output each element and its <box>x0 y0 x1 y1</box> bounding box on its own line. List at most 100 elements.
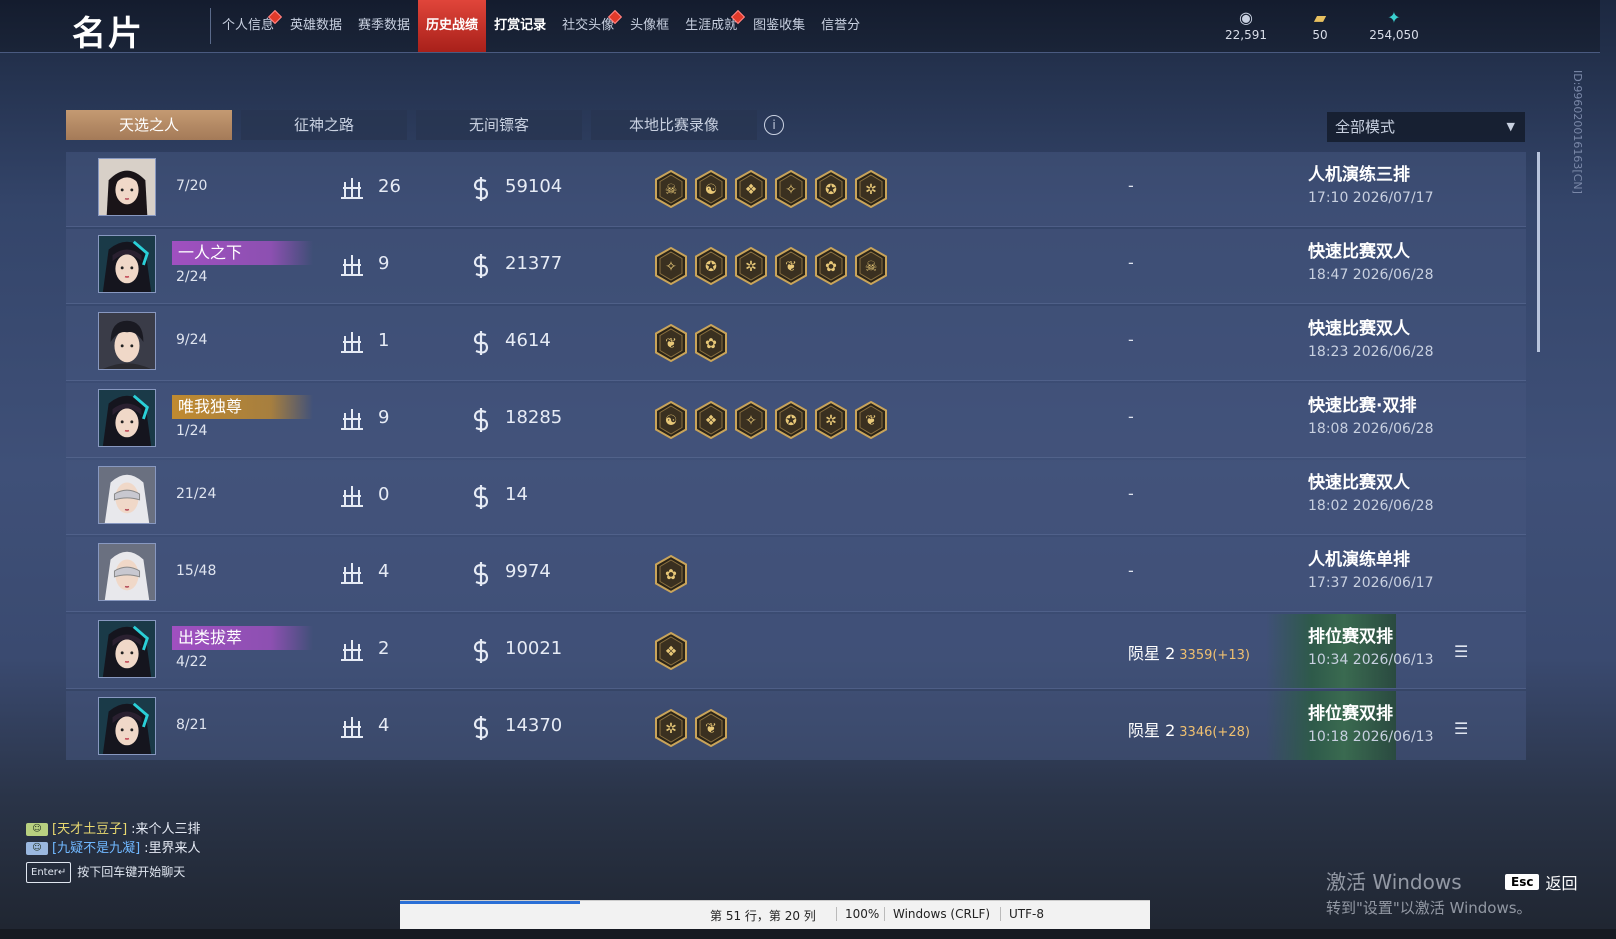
medal-icon[interactable]: ❖ <box>734 170 768 208</box>
nav-tab[interactable]: 打赏记录 <box>486 0 554 52</box>
game-mode: 快速比赛·双排 <box>1308 396 1417 416</box>
medal-icon[interactable]: ☯ <box>654 401 688 439</box>
medal-icon[interactable]: ✲ <box>854 170 888 208</box>
kill-count: 4 <box>378 715 390 736</box>
encoding[interactable]: UTF-8 <box>1000 907 1044 921</box>
chat-sender[interactable]: [天才土豆子] <box>52 820 127 839</box>
medal-icon[interactable]: ❦ <box>654 324 688 362</box>
medal-icon[interactable]: ✲ <box>814 401 848 439</box>
nav-tab-label: 个人信息 <box>222 18 275 33</box>
placement-rank: 1/24 <box>176 423 208 439</box>
nav-tab[interactable]: 个人信息 <box>214 0 283 52</box>
currency-item: ▰ 50 <box>1294 8 1346 42</box>
nav-tab[interactable]: 赛季数据 <box>350 0 418 52</box>
match-row[interactable]: 21/24 0 14 - 快速比赛双人 18:02 2026/06/28 <box>66 460 1526 535</box>
medal-list: ☠ ☯ ❖ ✧ ✪ ✲ <box>654 170 888 208</box>
back-button[interactable]: Esc 返回 <box>1505 870 1577 894</box>
details-list-icon[interactable]: ☰ <box>1454 719 1468 738</box>
gold-amount: 9974 <box>505 561 551 582</box>
medal-icon[interactable]: ✪ <box>694 247 728 285</box>
medal-icon[interactable]: ❖ <box>694 401 728 439</box>
gold-amount: 4614 <box>505 330 551 351</box>
medal-icon[interactable]: ✪ <box>774 401 808 439</box>
tab-1[interactable]: 征神之路 <box>241 110 407 140</box>
team-chat-icon: ☺ <box>26 823 48 836</box>
nav-tab-label: 英雄数据 <box>290 18 343 33</box>
nav-tab[interactable]: 头像框 <box>622 0 677 52</box>
nav-tab[interactable]: 英雄数据 <box>282 0 350 52</box>
medal-list: ✲ ❦ <box>654 709 728 747</box>
svg-text:✿: ✿ <box>705 336 717 352</box>
medal-icon[interactable]: ✿ <box>814 247 848 285</box>
svg-text:☠: ☠ <box>665 182 678 198</box>
scrollbar[interactable] <box>1537 152 1540 352</box>
gold-icon <box>470 407 492 433</box>
game-mode: 快速比赛双人 <box>1308 242 1410 262</box>
player-avatar <box>98 543 156 601</box>
medal-icon[interactable]: ✧ <box>654 247 688 285</box>
mode-dropdown[interactable]: 全部模式 ▼ <box>1327 112 1525 142</box>
medal-icon[interactable]: ✪ <box>814 170 848 208</box>
details-list-icon[interactable]: ☰ <box>1454 642 1468 661</box>
match-time: 18:08 2026/06/28 <box>1308 421 1434 437</box>
match-row[interactable]: 一人之下 2/24 9 21377 ✧ ✪ ✲ ❦ ✿ ☠ - 快速比赛双人 18:47 2026/06… <box>66 229 1526 304</box>
tab-0[interactable]: 天选之人 <box>66 110 232 140</box>
tab-3[interactable]: 本地比赛录像 <box>591 110 757 140</box>
medal-icon[interactable]: ✧ <box>734 401 768 439</box>
svg-text:❖: ❖ <box>705 413 718 429</box>
medal-icon[interactable]: ✧ <box>774 170 808 208</box>
nav-tab[interactable]: 历史战绩 <box>418 0 487 52</box>
medal-icon[interactable]: ✿ <box>654 555 688 593</box>
match-row[interactable]: 15/48 4 9974 ✿ - 人机演练单排 17:37 2026/06/17 <box>66 537 1526 612</box>
rank-tier: - <box>1128 176 1134 195</box>
currency-value: 22,591 <box>1225 28 1267 42</box>
nav-tab[interactable]: 信誉分 <box>813 0 868 52</box>
enter-key-icon: Enter↵ <box>26 862 72 883</box>
kills-icon <box>339 253 365 279</box>
kill-count: 4 <box>378 561 390 582</box>
tab-2[interactable]: 无间镖客 <box>416 110 582 140</box>
cursor-position: 第 51 行，第 20 列 <box>710 909 816 923</box>
game-mode: 快速比赛双人 <box>1308 319 1410 339</box>
match-row[interactable]: 7/20 26 59104 ☠ ☯ ❖ ✧ ✪ ✲ - 人机演练三排 17:10 2026/07/17 <box>66 152 1526 227</box>
rank-points: 3359(+13) <box>1179 648 1250 663</box>
svg-text:✧: ✧ <box>665 259 677 275</box>
zoom-level[interactable]: 100% <box>836 907 879 921</box>
mask-currency-icon: ◉ <box>1239 8 1253 27</box>
nav-tabs: 个人信息 英雄数据 赛季数据 历史战绩 打赏记录 社交头像 头像框 生涯成就 图鉴收集 信誉分 <box>214 0 868 52</box>
match-time: 18:47 2026/06/28 <box>1308 267 1434 283</box>
kill-count: 9 <box>378 407 390 428</box>
nav-tab[interactable]: 社交头像 <box>554 0 623 52</box>
nav-tab[interactable]: 图鉴收集 <box>745 0 813 52</box>
medal-icon[interactable]: ☯ <box>694 170 728 208</box>
medal-icon[interactable]: ☠ <box>854 247 888 285</box>
gold-icon <box>470 715 492 741</box>
esc-key-icon: Esc <box>1505 874 1540 890</box>
svg-text:✲: ✲ <box>865 182 877 198</box>
svg-text:✪: ✪ <box>825 182 837 198</box>
nav-tab[interactable]: 生涯成就 <box>677 0 746 52</box>
gold-amount: 59104 <box>505 176 563 197</box>
medal-icon[interactable]: ❦ <box>774 247 808 285</box>
medal-icon[interactable]: ✲ <box>654 709 688 747</box>
match-row[interactable]: 出类拔萃 4/22 2 10021 ❖ 陨星 2 3359(+13) 排位赛双排 10:34 2… <box>66 614 1526 689</box>
info-icon[interactable]: i <box>764 115 784 135</box>
line-ending[interactable]: Windows (CRLF) <box>884 907 990 921</box>
editor-progress <box>400 901 580 904</box>
match-row[interactable]: 8/21 4 14370 ✲ ❦ 陨星 2 3346(+28) 排位赛双排 10:18 2026… <box>66 691 1526 760</box>
medal-icon[interactable]: ☠ <box>654 170 688 208</box>
medal-icon[interactable]: ❦ <box>694 709 728 747</box>
windows-activation-watermark: 激活 Windows 转到"设置"以激活 Windows。 <box>1326 866 1532 918</box>
chat-text: :来个人三排 <box>131 822 201 837</box>
match-row[interactable]: 9/24 1 4614 ❦ ✿ - 快速比赛双人 18:23 2026/06/28 <box>66 306 1526 381</box>
svg-text:☠: ☠ <box>865 259 878 275</box>
medal-icon[interactable]: ❖ <box>654 632 688 670</box>
medal-list: ✧ ✪ ✲ ❦ ✿ ☠ <box>654 247 888 285</box>
back-label: 返回 <box>1545 874 1578 893</box>
medal-icon[interactable]: ❦ <box>854 401 888 439</box>
medal-icon[interactable]: ✿ <box>694 324 728 362</box>
match-row[interactable]: 唯我独尊 1/24 9 18285 ☯ ❖ ✧ ✪ ✲ ❦ - 快速比赛·双排 18:08 2026/0… <box>66 383 1526 458</box>
player-avatar <box>98 235 156 293</box>
medal-icon[interactable]: ✲ <box>734 247 768 285</box>
chat-sender[interactable]: [九疑不是九凝] <box>52 839 140 858</box>
